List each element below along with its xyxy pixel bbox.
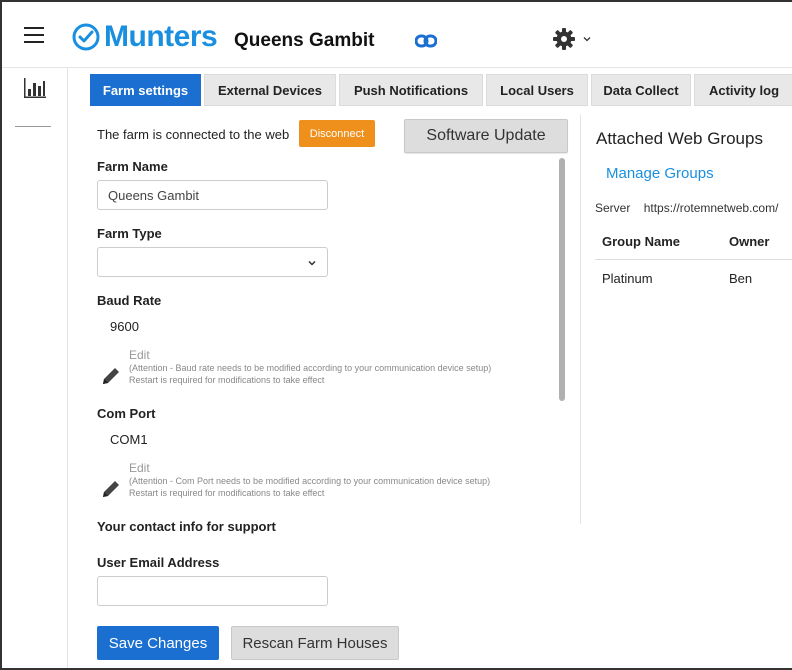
farm-type-select[interactable] [97, 247, 328, 277]
com-port-note: (Attention - Com Port needs to be modifi… [129, 476, 491, 486]
chevron-down-icon [308, 260, 316, 266]
disconnect-button[interactable]: Disconnect [299, 120, 375, 147]
munters-logo-icon [72, 23, 100, 51]
bar-chart-icon[interactable] [24, 78, 46, 98]
server-label: Server [595, 201, 631, 215]
baud-rate-note: (Attention - Baud rate needs to be modif… [129, 363, 492, 373]
user-email-input[interactable] [97, 576, 328, 606]
link-icon[interactable] [415, 33, 437, 49]
server-url: https://rotemnetweb.com/ [643, 201, 779, 215]
rescan-farm-houses-button[interactable]: Rescan Farm Houses [231, 626, 399, 660]
column-header-group-name: Group Name [602, 234, 681, 249]
com-port-value: COM1 [110, 432, 148, 447]
group-name-cell: Platinum [602, 271, 653, 286]
com-port-restart-note: Restart is required for modifications to… [129, 488, 325, 498]
web-groups-panel: Attached Web Groups Manage Groups Server… [580, 114, 792, 524]
com-port-label: Com Port [97, 406, 156, 421]
left-rail [2, 68, 68, 668]
tab-push-notifications[interactable]: Push Notifications [339, 74, 483, 106]
chevron-down-icon [583, 37, 591, 42]
pencil-icon[interactable] [101, 479, 121, 499]
connection-status-text: The farm is connected to the web [97, 127, 290, 142]
web-groups-title: Attached Web Groups [596, 129, 763, 148]
pencil-icon[interactable] [101, 366, 121, 386]
tab-local-users[interactable]: Local Users [486, 74, 588, 106]
farm-name-label: Farm Name [97, 159, 168, 174]
baud-rate-label: Baud Rate [97, 293, 162, 308]
tab-farm-settings[interactable]: Farm settings [90, 74, 201, 106]
settings-scrollbar[interactable] [559, 158, 565, 401]
hamburger-menu-icon[interactable] [24, 27, 44, 43]
tab-activity-log[interactable]: Activity log [694, 74, 792, 106]
tab-data-collect[interactable]: Data Collect [591, 74, 691, 106]
farm-name-input[interactable]: Queens Gambit [97, 180, 328, 210]
software-update-button[interactable]: Software Update [404, 119, 568, 153]
support-heading: Your contact info for support [97, 519, 276, 534]
baud-rate-value: 9600 [110, 319, 139, 334]
user-email-label: User Email Address [97, 555, 220, 570]
top-header: Munters Queens Gambit [2, 2, 792, 68]
farm-name-value: Queens Gambit [108, 187, 200, 203]
com-port-edit-link[interactable]: Edit [129, 461, 150, 475]
munters-logo: Munters [72, 20, 218, 53]
brand-name: Munters [104, 20, 218, 53]
settings-menu[interactable] [552, 27, 592, 51]
settings-tabs: Farm settings External Devices Push Noti… [90, 74, 792, 106]
rail-divider [15, 126, 51, 127]
save-changes-button[interactable]: Save Changes [97, 626, 219, 660]
gear-icon [553, 28, 575, 50]
baud-rate-restart-note: Restart is required for modifications to… [129, 375, 325, 385]
baud-rate-edit-link[interactable]: Edit [129, 348, 150, 362]
owner-cell: Ben [729, 271, 753, 286]
tab-external-devices[interactable]: External Devices [204, 74, 336, 106]
server-row: Server https://rotemnetweb.com/ [595, 201, 778, 215]
table-divider [595, 259, 792, 260]
farm-type-label: Farm Type [97, 226, 162, 241]
manage-groups-link[interactable]: Manage Groups [606, 165, 714, 182]
farm-title: Queens Gambit [234, 30, 375, 51]
app-window: Munters Queens Gambit Farm settings Exte… [0, 0, 792, 670]
column-header-owner: Owner [729, 234, 770, 249]
